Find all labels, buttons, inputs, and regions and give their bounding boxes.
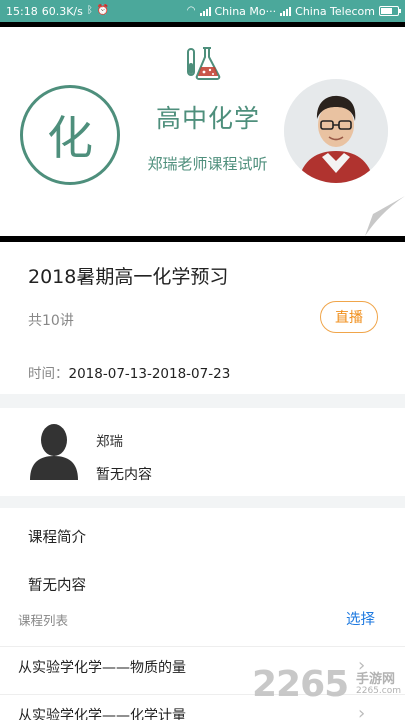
course-date: 时间：2018-07-13-2018-07-23 — [28, 362, 230, 382]
subject-logo: 化 — [20, 85, 120, 185]
avatar-icon — [30, 424, 78, 480]
course-info-card: 2018暑期高一化学预习 共10讲 直播 时间：2018-07-13-2018-… — [0, 242, 405, 394]
intro-heading: 课程简介 — [28, 530, 86, 546]
banner-subtitle: 郑瑞老师课程试听 — [147, 155, 268, 173]
wifi-icon: ◠ — [186, 5, 196, 16]
signal-icon-2 — [280, 6, 292, 16]
teacher-name: 郑瑞 — [96, 434, 123, 450]
network-speed: 60.3K/s — [41, 4, 83, 18]
live-button[interactable]: 直播 — [320, 301, 378, 333]
chevron-right-icon: › — [358, 655, 366, 676]
lesson-item[interactable]: 从实验学化学——化学计量 › — [0, 694, 405, 720]
course-content: 课程简介 暂无内容 课程列表 选择 从实验学化学——物质的量 › 从实验学化学—… — [0, 508, 405, 720]
teacher-card[interactable]: 郑瑞 暂无内容 — [0, 408, 405, 496]
course-title: 2018暑期高一化学预习 — [28, 266, 229, 288]
carrier-1: China Mo··· — [214, 4, 277, 18]
alarm-icon: ⏰ — [96, 5, 110, 16]
lesson-count: 共10讲 — [28, 313, 74, 329]
chevron-right-icon: › — [358, 703, 366, 720]
date-value: 2018-07-13-2018-07-23 — [68, 366, 231, 382]
status-time: 15:18 — [6, 4, 38, 18]
date-label: 时间： — [28, 366, 69, 382]
bluetooth-icon: ᛒ — [86, 5, 93, 16]
banner-title: 高中化学 — [155, 104, 260, 133]
signal-icon — [199, 6, 211, 16]
battery-icon — [379, 6, 401, 16]
lesson-item-title: 从实验学化学——物质的量 — [18, 660, 186, 676]
intro-body: 暂无内容 — [28, 578, 86, 594]
lesson-item[interactable]: 从实验学化学——物质的量 › — [0, 646, 405, 686]
page-curl-icon — [365, 196, 405, 236]
status-bar: 15:18 60.3K/s ᛒ ⏰ ◠ China Mo··· China Te… — [0, 0, 405, 22]
select-button[interactable]: 选择 — [346, 608, 375, 629]
flask-icon — [187, 47, 221, 80]
teacher-photo — [284, 79, 388, 183]
course-banner: 化 高中化学 郑瑞老师课程试听 — [0, 22, 405, 242]
lesson-item-title: 从实验学化学——化学计量 — [18, 708, 186, 720]
teacher-description: 暂无内容 — [96, 467, 152, 483]
lesson-list-heading: 课程列表 — [18, 613, 69, 628]
carrier-2: China Telecom — [295, 4, 375, 18]
